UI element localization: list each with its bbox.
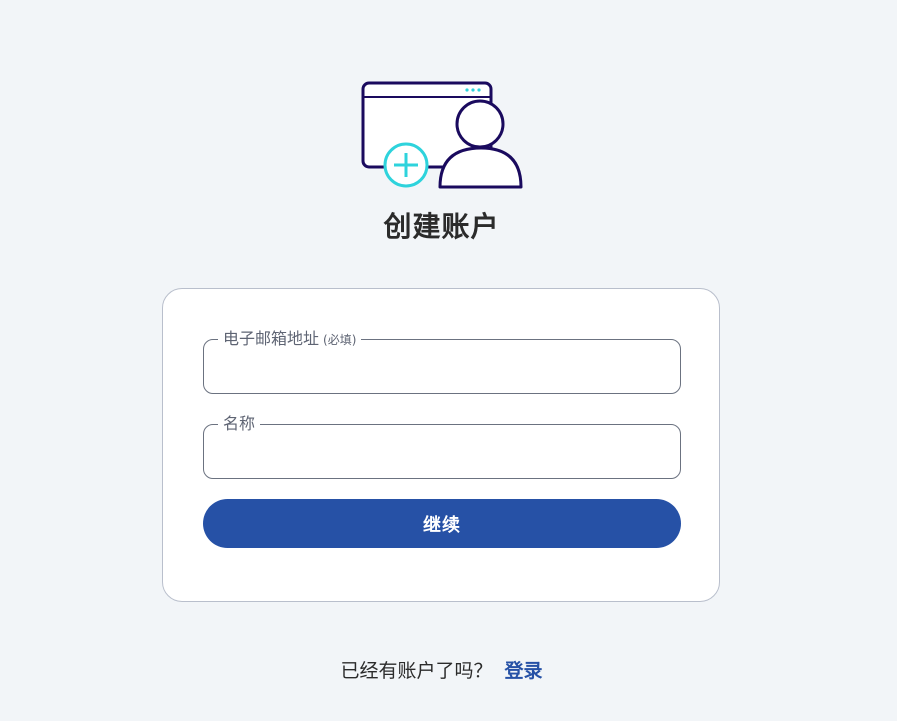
name-input[interactable] xyxy=(218,441,666,467)
page-title: 创建账户 xyxy=(383,210,500,243)
email-input[interactable] xyxy=(218,356,666,382)
signup-page: 创建账户 电子邮箱地址 (必填) 名称 继续 已经有账户了吗？ 登录 xyxy=(0,0,897,721)
login-prompt: 已经有账户了吗？ 登录 xyxy=(0,656,883,683)
name-field[interactable]: 名称 xyxy=(203,413,681,479)
name-field-label: 名称 xyxy=(218,413,261,435)
email-field[interactable]: 电子邮箱地址 (必填) xyxy=(203,328,681,394)
email-label-text: 电子邮箱地址 xyxy=(223,329,320,348)
name-label-text: 名称 xyxy=(223,414,256,433)
required-hint: (必填) xyxy=(323,333,357,347)
continue-button[interactable]: 继续 xyxy=(203,499,681,548)
add-user-illustration-icon xyxy=(361,81,523,189)
login-link[interactable]: 登录 xyxy=(505,660,543,682)
signup-form-card: 电子邮箱地址 (必填) 名称 继续 xyxy=(162,288,720,602)
email-field-label: 电子邮箱地址 (必填) xyxy=(218,328,362,351)
login-prompt-text: 已经有账户了吗？ xyxy=(340,660,493,682)
